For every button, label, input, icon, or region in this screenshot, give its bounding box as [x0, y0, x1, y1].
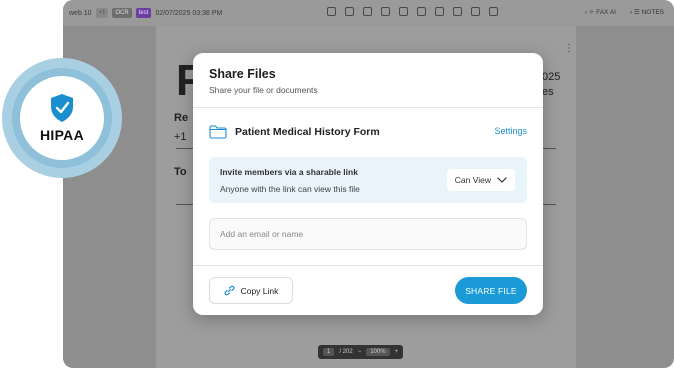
current-page-input[interactable]: 1	[323, 348, 335, 356]
invite-description: Anyone with the link can view this file	[220, 184, 360, 194]
print-icon[interactable]	[453, 7, 462, 16]
edit-icon[interactable]	[489, 7, 498, 16]
toolbar-right: ‹ ✧ FAX AI ‹ ☰ NOTES	[585, 8, 664, 16]
total-pages: / 202	[339, 349, 353, 355]
chevron-down-icon	[497, 177, 507, 183]
invite-panel: Invite members via a sharable link Anyon…	[209, 157, 527, 203]
copy-link-button[interactable]: Copy Link	[209, 277, 293, 304]
copy-link-label: Copy Link	[240, 285, 279, 296]
notes-label: NOTES	[641, 9, 664, 16]
page-navigator: 1 / 202 − 100% +	[318, 345, 404, 359]
permission-dropdown[interactable]: Can View	[446, 169, 515, 191]
image-icon[interactable]	[345, 7, 354, 16]
page-count-badge: +1	[95, 8, 109, 18]
split-icon[interactable]	[417, 7, 426, 16]
settings-link[interactable]: Settings	[494, 126, 527, 136]
hipaa-badge: HIPAA	[20, 76, 104, 160]
toolbar-left: web 10 +1 OCR test 02/07/2025 03:38 PM	[69, 8, 222, 18]
document-year-fragment: 025	[542, 71, 561, 83]
divider	[193, 107, 543, 108]
document-phone-fragment: +1	[174, 131, 187, 143]
file-name: Patient Medical History Form	[235, 126, 380, 138]
ocr-tag[interactable]: OCR	[112, 8, 132, 18]
globe-icon[interactable]	[399, 7, 408, 16]
file-row: Patient Medical History Form	[209, 125, 380, 139]
toolbar-tools	[327, 7, 498, 16]
hipaa-label: HIPAA	[39, 127, 85, 143]
document-es-fragment: es	[542, 86, 554, 98]
top-toolbar: web 10 +1 OCR test 02/07/2025 03:38 PM ‹…	[63, 0, 674, 26]
tag-icon[interactable]	[363, 7, 372, 16]
dialog-subtitle: Share your file or documents	[209, 85, 318, 95]
forward-icon[interactable]	[381, 7, 390, 16]
share-files-dialog: Share Files Share your file or documents…	[193, 53, 543, 315]
more-options-icon[interactable]: ⋮	[563, 42, 575, 56]
zoom-out-button[interactable]: −	[358, 349, 362, 355]
ocr-icon[interactable]	[435, 7, 444, 16]
download-icon[interactable]	[471, 7, 480, 16]
fax-ai-button[interactable]: ‹ ✧ FAX AI	[585, 8, 616, 16]
email-input[interactable]	[209, 218, 527, 250]
permission-value: Can View	[454, 175, 491, 185]
folder-icon	[209, 125, 227, 139]
notes-button[interactable]: ‹ ☰ NOTES	[630, 8, 664, 16]
document-re-fragment: Re	[174, 112, 189, 124]
link-icon	[224, 285, 235, 296]
zoom-level[interactable]: 100%	[366, 348, 390, 356]
timestamp: 02/07/2025 03:38 PM	[155, 9, 223, 17]
document-name: web 10	[69, 9, 92, 17]
zoom-in-button[interactable]: +	[395, 349, 399, 355]
invite-title: Invite members via a sharable link	[220, 167, 358, 177]
shield-check-icon	[51, 94, 73, 122]
dialog-title: Share Files	[209, 67, 276, 81]
divider	[193, 265, 543, 266]
share-file-button[interactable]: SHARE FILE	[455, 277, 527, 304]
document-to-fragment: To	[174, 166, 187, 178]
test-tag[interactable]: test	[135, 8, 152, 18]
fax-ai-label: FAX AI	[596, 9, 616, 16]
delete-icon[interactable]	[327, 7, 336, 16]
screenshot: web 10 +1 OCR test 02/07/2025 03:38 PM ‹…	[0, 0, 674, 368]
